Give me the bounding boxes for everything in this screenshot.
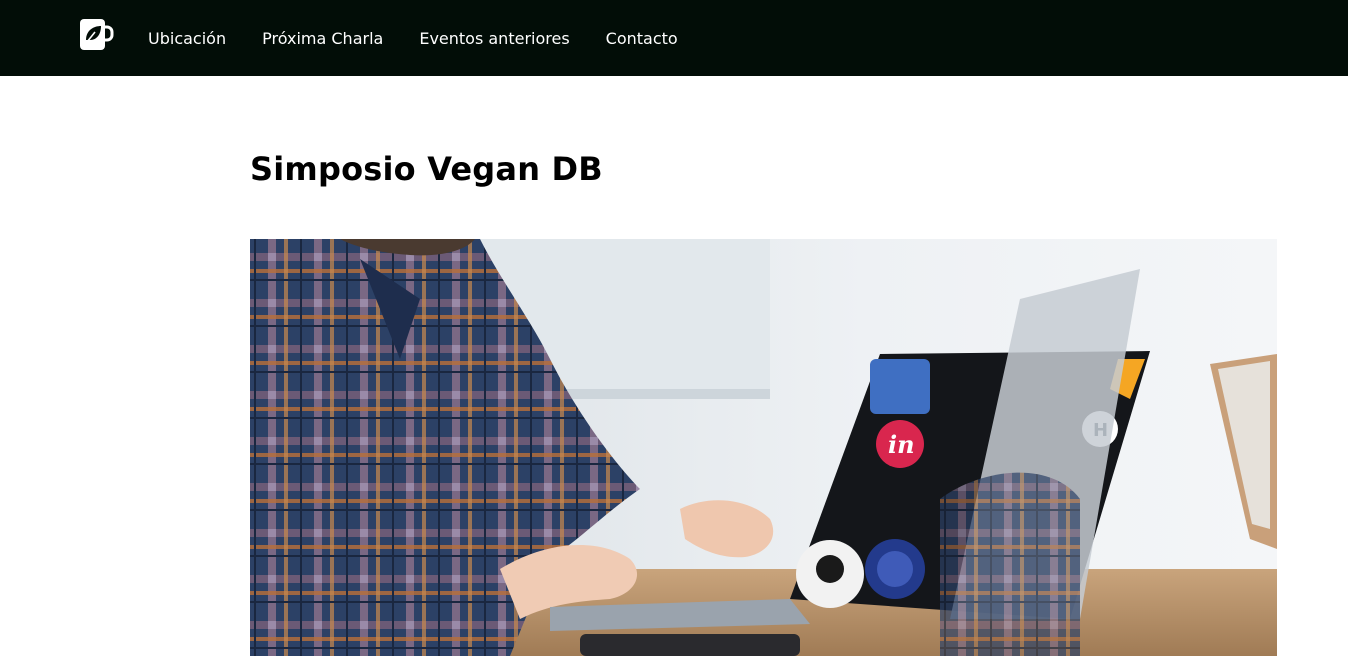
- sticker-in-text: in: [888, 430, 915, 459]
- hero-illustration: in H: [250, 239, 1277, 656]
- sticker-blue: [870, 359, 930, 414]
- top-navigation-bar: Ubicación Próxima Charla Eventos anterio…: [0, 0, 1348, 76]
- hero-image: in H: [250, 239, 1277, 656]
- nav-item-contacto[interactable]: Contacto: [606, 29, 678, 48]
- vegan-mug-icon[interactable]: [80, 18, 114, 52]
- nav-item-ubicacion[interactable]: Ubicación: [148, 29, 226, 48]
- nav-item-proxima-charla[interactable]: Próxima Charla: [262, 29, 383, 48]
- main-nav: Ubicación Próxima Charla Eventos anterio…: [148, 0, 714, 76]
- nav-item-eventos-anteriores[interactable]: Eventos anteriores: [419, 29, 569, 48]
- page-title: Simposio Vegan DB: [250, 150, 603, 188]
